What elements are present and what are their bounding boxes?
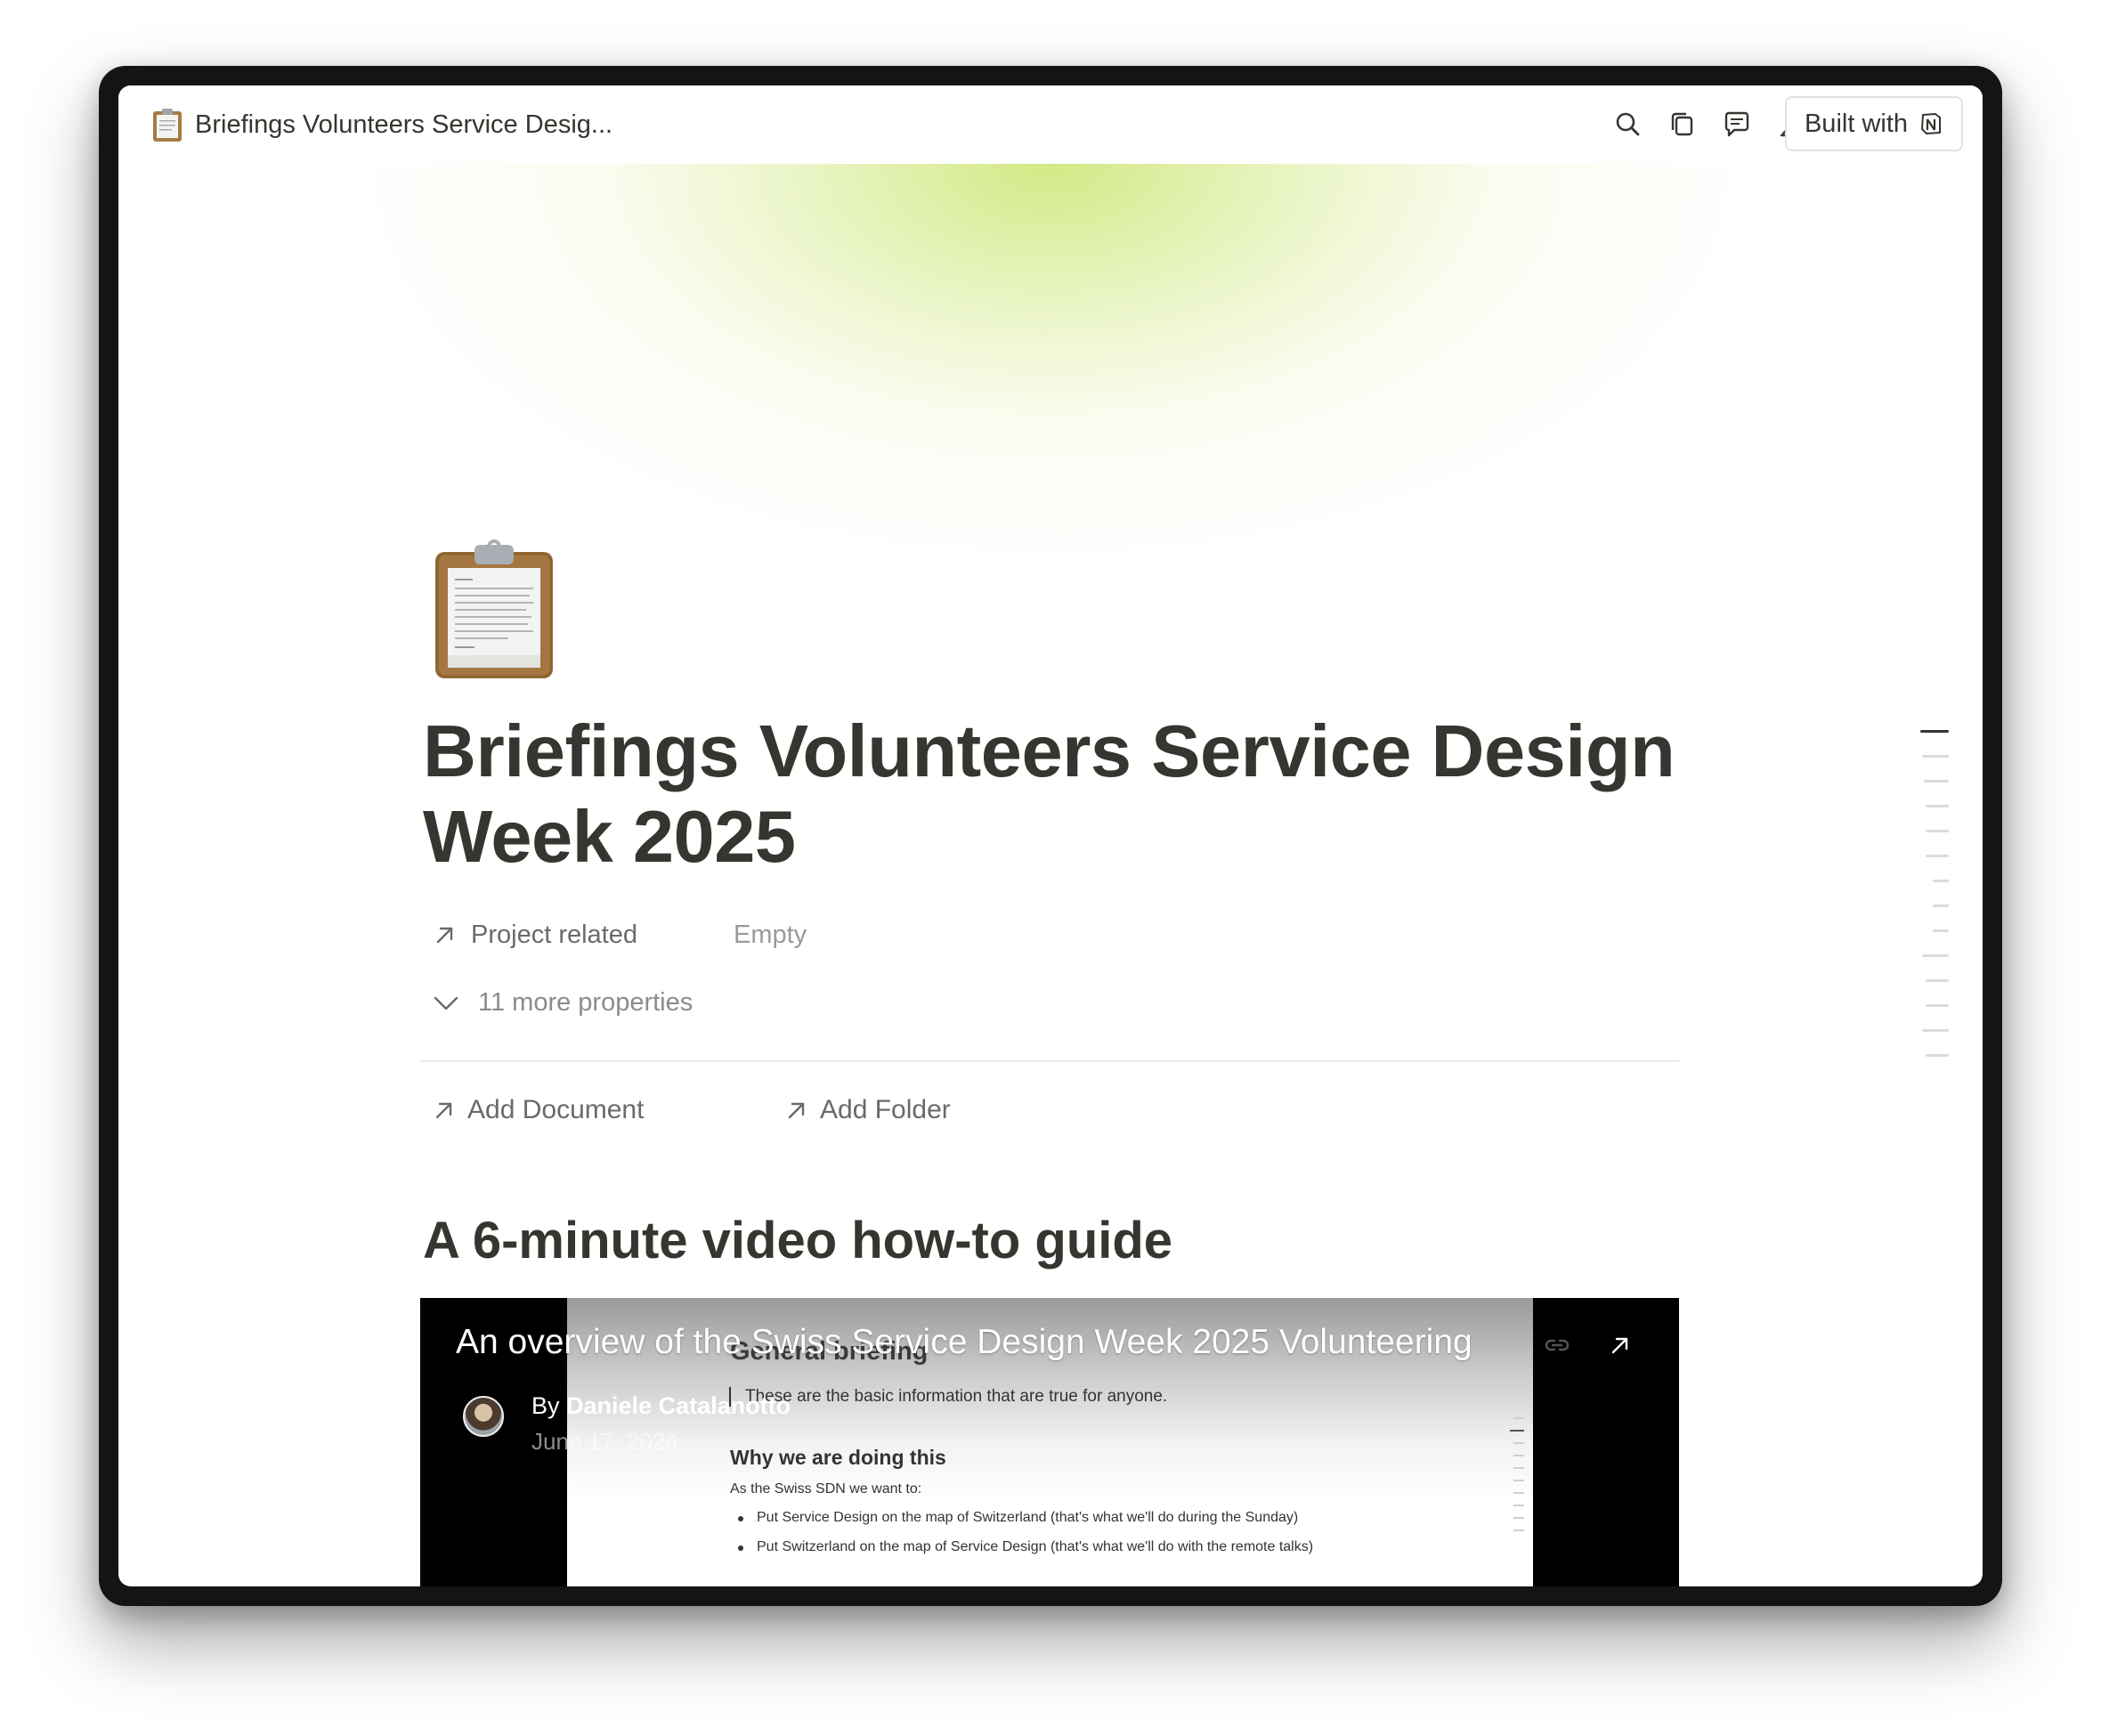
clipboard-icon xyxy=(435,539,553,678)
list-item: Put Service Design on the map of Switzer… xyxy=(737,1510,1298,1526)
comment-icon[interactable] xyxy=(1721,109,1753,141)
built-with-notion-button[interactable]: Built with xyxy=(1785,96,1963,151)
open-external-icon[interactable] xyxy=(1605,1330,1635,1360)
app-window: Briefings Volunteers Service Desig... Bu… xyxy=(118,85,1983,1586)
notion-logo-icon xyxy=(1921,113,1942,134)
add-document-button[interactable]: Add Document xyxy=(432,1088,644,1132)
video-content-lead: As the Swiss SDN we want to: xyxy=(730,1481,922,1497)
chevron-down-icon xyxy=(434,996,458,1010)
video-content-subheading: Why we are doing this xyxy=(730,1446,946,1469)
add-document-label: Add Document xyxy=(467,1095,645,1124)
link-icon[interactable] xyxy=(1542,1330,1572,1360)
more-properties-toggle[interactable]: 11 more properties xyxy=(432,981,693,1024)
property-label: Project related xyxy=(471,920,637,949)
more-properties-label: 11 more properties xyxy=(478,987,694,1017)
page-title: Briefings Volunteers Service Design Week… xyxy=(423,710,1675,878)
video-embed[interactable]: General briefing These are the basic inf… xyxy=(420,1298,1679,1586)
by-label: By xyxy=(531,1392,560,1419)
video-date: June 17, 2024 xyxy=(531,1428,678,1455)
list-item: Put Switzerland on the map of Service De… xyxy=(737,1539,1313,1555)
section-heading: A 6-minute video how-to guide xyxy=(423,1212,1173,1270)
avatar xyxy=(463,1396,504,1437)
duplicate-icon[interactable] xyxy=(1667,109,1699,141)
built-with-label: Built with xyxy=(1804,109,1909,138)
search-icon[interactable] xyxy=(1612,109,1644,141)
property-project-related[interactable]: Project related xyxy=(432,913,637,956)
divider xyxy=(420,1060,1679,1062)
video-content-intro: These are the basic information that are… xyxy=(745,1387,1168,1406)
arrow-up-right-icon xyxy=(788,1102,805,1119)
add-folder-button[interactable]: Add Folder xyxy=(784,1088,951,1132)
add-folder-label: Add Folder xyxy=(820,1095,951,1124)
relation-arrow-icon xyxy=(436,927,453,944)
clipboard-icon xyxy=(153,109,182,142)
video-byline: By Daniele Catalanotto xyxy=(531,1392,791,1420)
breadcrumb-title[interactable]: Briefings Volunteers Service Desig... xyxy=(195,105,612,144)
page-cover xyxy=(118,164,1983,627)
video-toc-rail xyxy=(1506,1417,1524,1542)
property-value-empty[interactable]: Empty xyxy=(734,913,807,956)
arrow-up-right-icon xyxy=(435,1102,452,1119)
top-bar: Briefings Volunteers Service Desig... Bu… xyxy=(118,85,1983,164)
video-title[interactable]: An overview of the Swiss Service Design … xyxy=(456,1323,1472,1362)
video-author[interactable]: Daniele Catalanotto xyxy=(566,1392,791,1419)
